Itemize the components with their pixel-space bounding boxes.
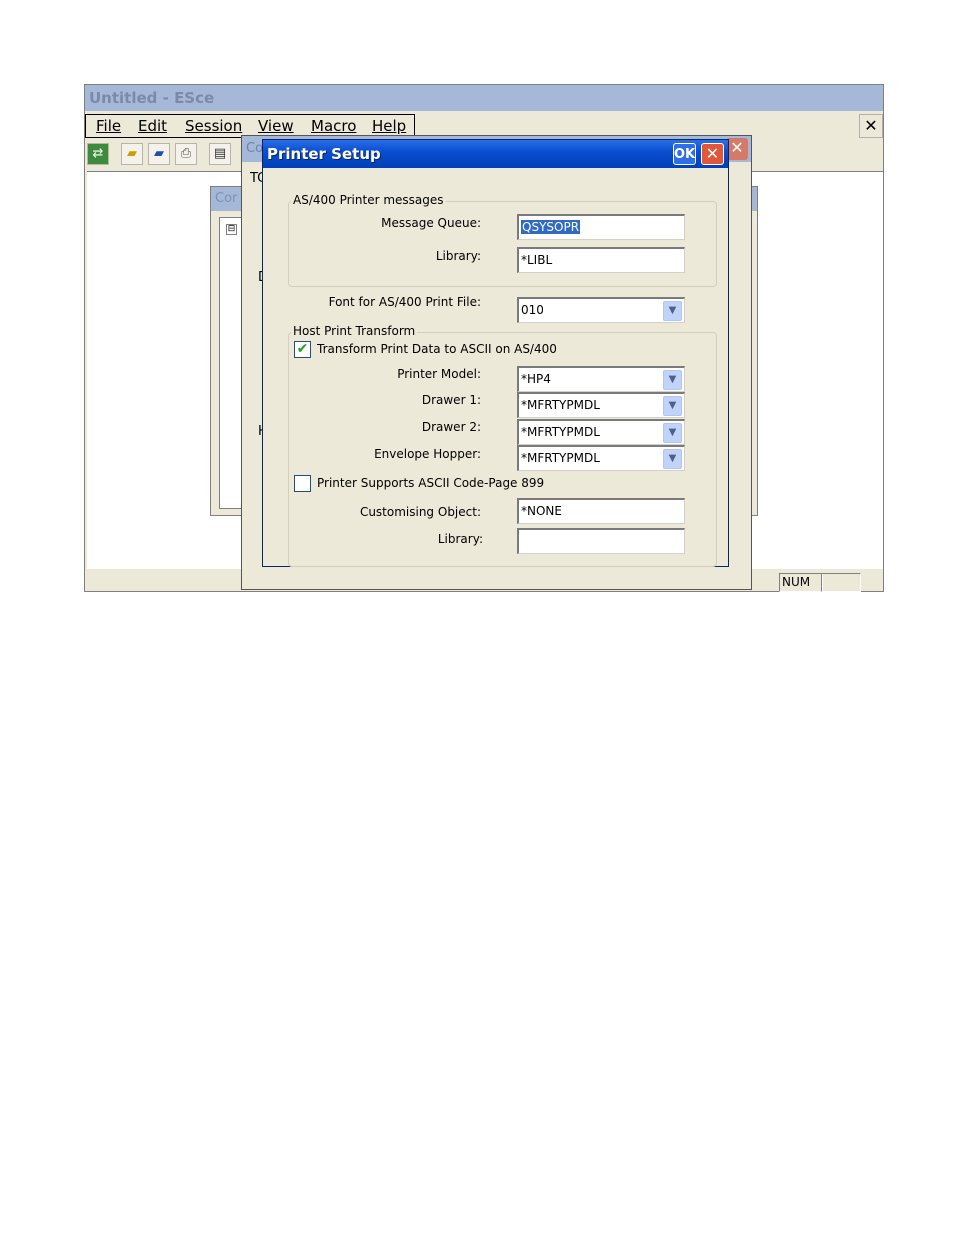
- menu-macro[interactable]: Macro: [311, 117, 356, 135]
- clipboard-icon[interactable]: ▤: [209, 143, 231, 165]
- chevron-down-icon[interactable]: ▼: [663, 396, 682, 416]
- envelope-hopper-label: Envelope Hopper:: [374, 447, 481, 461]
- connection-title-text: Co: [246, 141, 264, 156]
- drawer2-select[interactable]: *MFRTYPMDL ▼: [517, 419, 685, 445]
- library-value: *LIBL: [521, 253, 553, 267]
- drawer1-value: *MFRTYPMDL: [521, 398, 600, 412]
- menu-session[interactable]: Session: [185, 117, 242, 135]
- menu-view[interactable]: View: [258, 117, 294, 135]
- chevron-down-icon[interactable]: ▼: [663, 370, 682, 390]
- connection-close-button[interactable]: ✕: [726, 138, 748, 160]
- close-icon: ✕: [705, 144, 720, 163]
- customising-object-value: *NONE: [521, 504, 562, 518]
- print-icon[interactable]: ⎙: [175, 143, 197, 165]
- printer-setup-dialog: Printer Setup OK ✕ AS/400 Printer messag…: [262, 139, 729, 567]
- chevron-down-icon[interactable]: ▼: [663, 301, 682, 321]
- library-input[interactable]: *LIBL: [517, 247, 685, 273]
- menu-edit[interactable]: Edit: [138, 117, 167, 135]
- font-label: Font for AS/400 Print File:: [328, 295, 481, 309]
- status-empty: [821, 573, 861, 592]
- open-folder-icon[interactable]: ▰: [121, 143, 143, 165]
- toolbar: ⇄ ▰ ▰ ⎙ ▤: [85, 141, 245, 167]
- config-title-text: Cor: [215, 191, 238, 206]
- message-queue-value: QSYSOPR: [521, 220, 581, 234]
- library-label: Library:: [435, 249, 481, 263]
- dialog-close-button[interactable]: ✕: [701, 143, 724, 165]
- app-title-bar: Untitled - ESce: [85, 85, 883, 111]
- chevron-down-icon[interactable]: ▼: [663, 449, 682, 469]
- app-title: Untitled - ESce: [89, 89, 215, 107]
- collapse-icon[interactable]: ⊟: [226, 224, 237, 235]
- drawer2-label: Drawer 2:: [421, 420, 481, 434]
- font-value: 010: [521, 303, 544, 317]
- customising-object-label: Customising Object:: [359, 505, 481, 519]
- menu-help[interactable]: Help: [372, 117, 406, 135]
- menu-file[interactable]: File: [96, 117, 121, 135]
- printer-model-label: Printer Model:: [397, 367, 481, 381]
- drawer1-select[interactable]: *MFRTYPMDL ▼: [517, 392, 685, 418]
- font-select[interactable]: 010 ▼: [517, 297, 685, 323]
- library2-input[interactable]: [517, 528, 685, 554]
- drawer1-label: Drawer 1:: [421, 393, 481, 407]
- message-queue-input[interactable]: QSYSOPR: [517, 214, 685, 240]
- drawer2-value: *MFRTYPMDL: [521, 425, 600, 439]
- ascii-899-checkbox-label: Printer Supports ASCII Code-Page 899: [317, 476, 545, 490]
- app-close-button[interactable]: ✕: [859, 114, 883, 138]
- open-folder-2-icon[interactable]: ▰: [148, 143, 170, 165]
- hpt-group-label: Host Print Transform: [291, 324, 418, 338]
- dialog-title: Printer Setup: [267, 145, 381, 163]
- customising-object-input[interactable]: *NONE: [517, 498, 685, 524]
- library2-label: Library:: [437, 532, 483, 546]
- printer-model-value: *HP4: [521, 372, 551, 386]
- chevron-down-icon[interactable]: ▼: [663, 423, 682, 443]
- as400-group-label: AS/400 Printer messages: [291, 193, 446, 207]
- connect-icon[interactable]: ⇄: [87, 143, 109, 165]
- close-icon: ✕: [864, 116, 878, 135]
- printer-model-select[interactable]: *HP4 ▼: [517, 366, 685, 392]
- ok-button[interactable]: OK: [673, 143, 696, 165]
- status-num: NUM: [779, 573, 823, 592]
- transform-checkbox[interactable]: ✔: [294, 341, 311, 358]
- envelope-hopper-select[interactable]: *MFRTYPMDL ▼: [517, 445, 685, 471]
- message-queue-label: Message Queue:: [381, 216, 481, 230]
- ascii-899-checkbox[interactable]: [294, 475, 311, 492]
- transform-checkbox-label: Transform Print Data to ASCII on AS/400: [317, 342, 557, 356]
- dialog-title-bar: Printer Setup: [263, 140, 728, 168]
- envelope-hopper-value: *MFRTYPMDL: [521, 451, 600, 465]
